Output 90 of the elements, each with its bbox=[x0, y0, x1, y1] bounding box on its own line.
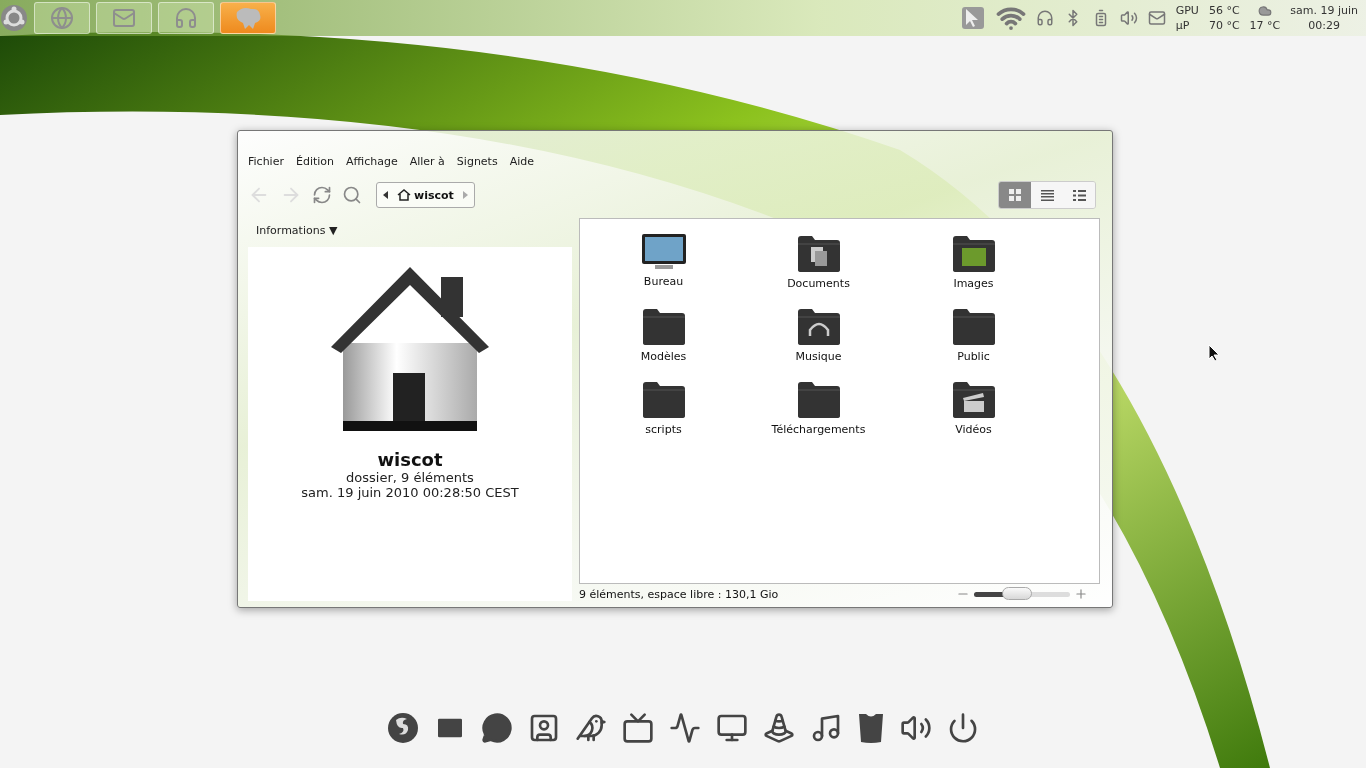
folder-icon bbox=[640, 379, 687, 419]
modified-date: sam. 19 juin 2010 00:28:50 CEST bbox=[301, 485, 519, 500]
power-icon bbox=[947, 712, 979, 744]
file-item[interactable]: Musique bbox=[741, 306, 896, 379]
speech-bubble-icon bbox=[481, 712, 513, 744]
menu-item[interactable]: Édition bbox=[295, 155, 334, 168]
clock-text[interactable]: 00:29 bbox=[1308, 18, 1340, 33]
headphones-icon bbox=[174, 6, 198, 30]
launcher-button[interactable] bbox=[34, 2, 90, 34]
file-name: Musique bbox=[795, 350, 842, 363]
folder-icon bbox=[640, 306, 687, 346]
sidebar-title[interactable]: Informations ▼ bbox=[256, 224, 572, 237]
temperature-text: 17 °C bbox=[1249, 17, 1281, 33]
folder-name: wiscot bbox=[377, 449, 443, 470]
dock-item[interactable] bbox=[669, 712, 701, 744]
headphones-icon[interactable] bbox=[1035, 9, 1054, 27]
file-item[interactable]: scripts bbox=[586, 379, 741, 452]
file-name: Bureau bbox=[643, 275, 684, 288]
contact-card-icon bbox=[528, 712, 560, 744]
folder-icon bbox=[950, 233, 997, 273]
status-text: 9 éléments, espace libre : 130,1 Gio bbox=[579, 587, 779, 601]
right-arrow-icon[interactable] bbox=[461, 191, 468, 199]
zoom-in-icon[interactable] bbox=[1074, 587, 1088, 601]
launcher-button[interactable] bbox=[96, 2, 152, 34]
file-name: Vidéos bbox=[955, 423, 992, 436]
sensor-label: GPU bbox=[1175, 3, 1199, 18]
file-name: Public bbox=[957, 350, 990, 363]
file-name: Images bbox=[953, 277, 994, 290]
menu-item[interactable]: Aide bbox=[509, 155, 534, 168]
slider-thumb[interactable] bbox=[1002, 586, 1033, 600]
pulse-icon bbox=[669, 712, 701, 744]
folder-details: dossier, 9 éléments bbox=[346, 470, 474, 485]
file-item[interactable]: Public bbox=[896, 306, 1051, 379]
monitor-icon bbox=[716, 712, 748, 744]
sensor-label: µP bbox=[1175, 18, 1191, 33]
folder-icon bbox=[795, 233, 842, 273]
view-button[interactable] bbox=[1063, 182, 1095, 208]
search-button[interactable] bbox=[342, 185, 362, 205]
home-icon bbox=[397, 189, 411, 201]
bin-icon bbox=[857, 712, 885, 744]
sensor-value: 56 °C bbox=[1208, 3, 1240, 18]
menu-item[interactable]: Fichier bbox=[248, 155, 284, 168]
path-button[interactable]: wiscot bbox=[393, 188, 458, 202]
file-name: Modèles bbox=[640, 350, 687, 363]
dock-item[interactable] bbox=[857, 712, 885, 744]
launcher-button[interactable] bbox=[158, 2, 214, 34]
view-button[interactable] bbox=[1031, 182, 1063, 208]
menu-item[interactable]: Signets bbox=[456, 155, 498, 168]
grid-icon bbox=[1009, 189, 1021, 201]
dock-item[interactable] bbox=[763, 712, 795, 744]
left-arrow-icon[interactable] bbox=[383, 191, 389, 199]
folder-icon bbox=[950, 306, 997, 346]
dock-item[interactable] bbox=[810, 712, 842, 744]
list-icon bbox=[1072, 189, 1086, 201]
file-item[interactable]: Modèles bbox=[586, 306, 741, 379]
music-note-icon bbox=[810, 712, 842, 744]
folder-icon bbox=[795, 306, 842, 346]
cone-icon bbox=[763, 712, 795, 744]
sensor-value: 70 °C bbox=[1208, 18, 1240, 33]
lines-icon bbox=[1040, 189, 1054, 201]
screen-icon bbox=[622, 712, 654, 744]
date-text[interactable]: sam. 19 juin bbox=[1290, 3, 1358, 18]
file-name: Téléchargements bbox=[771, 423, 866, 436]
file-item[interactable]: Images bbox=[896, 233, 1051, 306]
reload-button[interactable] bbox=[312, 185, 332, 205]
file-item[interactable]: Vidéos bbox=[896, 379, 1051, 452]
monitor-icon bbox=[640, 233, 687, 271]
dock-item[interactable] bbox=[716, 712, 748, 744]
dock-item[interactable] bbox=[575, 712, 607, 744]
menu-item[interactable]: Affichage bbox=[346, 155, 398, 168]
globe-icon bbox=[50, 6, 74, 30]
bird-icon bbox=[575, 712, 607, 744]
file-item[interactable]: Documents bbox=[741, 233, 896, 306]
file-name: Documents bbox=[787, 277, 850, 290]
menu-item[interactable]: Aller à bbox=[409, 155, 445, 168]
mouse-pointer-icon bbox=[1208, 344, 1220, 362]
cloud-icon bbox=[1257, 3, 1272, 18]
file-item[interactable]: Téléchargements bbox=[741, 379, 896, 452]
view-button[interactable] bbox=[999, 182, 1031, 208]
dock-item[interactable] bbox=[481, 712, 513, 744]
folder-icon bbox=[950, 379, 997, 419]
ring-logo-icon[interactable] bbox=[0, 4, 28, 32]
file-item[interactable]: Bureau bbox=[586, 233, 741, 306]
pointer-icon[interactable] bbox=[959, 5, 986, 31]
dock-item[interactable] bbox=[622, 712, 654, 744]
dock-item[interactable] bbox=[528, 712, 560, 744]
folder-icon bbox=[795, 379, 842, 419]
volume-icon[interactable] bbox=[1119, 9, 1138, 27]
file-name: scripts bbox=[645, 423, 682, 436]
dock-item[interactable] bbox=[947, 712, 979, 744]
